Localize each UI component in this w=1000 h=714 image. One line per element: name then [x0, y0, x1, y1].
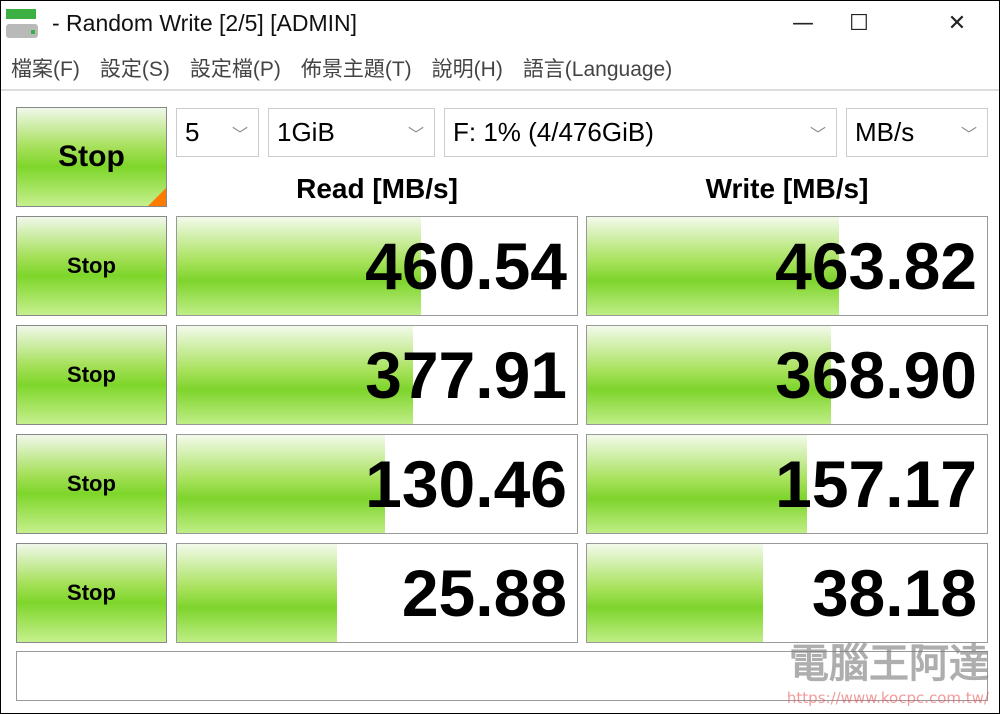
test-stop-label: Stop	[67, 253, 116, 278]
test-stop-label: Stop	[67, 471, 116, 496]
read-result: 377.91	[176, 325, 578, 425]
test-stop-label: Stop	[67, 580, 116, 605]
window-title: - Random Write [2/5] [ADMIN]	[52, 9, 358, 36]
unit-select[interactable]: MB/s ﹀	[846, 108, 988, 157]
read-header: Read [MB/s]	[296, 173, 458, 204]
write-header: Write [MB/s]	[705, 173, 869, 204]
drive-select[interactable]: F: 1% (4/476GiB) ﹀	[444, 108, 837, 157]
chevron-down-icon: ﹀	[960, 127, 977, 144]
chevron-down-icon: ﹀	[407, 127, 424, 144]
write-result: 38.18	[586, 543, 988, 643]
corner-marker-icon	[148, 188, 166, 206]
write-result: 157.17	[586, 434, 988, 534]
app-drive-icon	[4, 6, 40, 40]
write-value: 368.90	[775, 338, 977, 412]
read-result: 25.88	[176, 543, 578, 643]
chevron-down-icon: ﹀	[809, 127, 826, 144]
maximize-button[interactable]: ☐	[831, 1, 887, 45]
close-button[interactable]: ✕	[929, 1, 985, 45]
write-value: 38.18	[811, 556, 977, 630]
read-bar	[177, 435, 385, 533]
write-bar	[587, 435, 807, 533]
chevron-down-icon: ﹀	[231, 127, 248, 144]
write-result: 368.90	[586, 325, 988, 425]
write-bar	[587, 544, 763, 642]
menu-bar: 檔案(F) 設定(S) 設定檔(P) 佈景主題(T) 說明(H) 語言(Lang…	[1, 47, 999, 91]
menu-settings[interactable]: 設定(S)	[90, 53, 170, 83]
unit-value: MB/s	[855, 117, 915, 147]
size-value: 1GiB	[277, 117, 335, 147]
minimize-button[interactable]: —	[775, 1, 831, 45]
test-stop-button[interactable]: Stop	[16, 543, 167, 643]
write-value: 157.17	[775, 447, 977, 521]
stop-all-button[interactable]: Stop	[16, 107, 167, 207]
menu-profile[interactable]: 設定檔(P)	[180, 53, 281, 83]
stop-all-label: Stop	[58, 140, 125, 173]
menu-help[interactable]: 說明(H)	[422, 53, 503, 83]
drive-value: F: 1% (4/476GiB)	[453, 117, 654, 147]
test-stop-label: Stop	[67, 362, 116, 387]
count-select[interactable]: 5 ﹀	[176, 108, 259, 157]
menu-file[interactable]: 檔案(F)	[1, 53, 80, 83]
read-result: 460.54	[176, 216, 578, 316]
read-value: 377.91	[365, 338, 567, 412]
write-result: 463.82	[586, 216, 988, 316]
read-value: 460.54	[365, 229, 567, 303]
test-stop-button[interactable]: Stop	[16, 325, 167, 425]
test-stop-button[interactable]: Stop	[16, 216, 167, 316]
read-result: 130.46	[176, 434, 578, 534]
count-value: 5	[185, 117, 200, 147]
test-stop-button[interactable]: Stop	[16, 434, 167, 534]
menu-language[interactable]: 語言(Language)	[513, 53, 672, 83]
read-bar	[177, 544, 337, 642]
read-value: 130.46	[365, 447, 567, 521]
write-value: 463.82	[775, 229, 977, 303]
read-value: 25.88	[401, 556, 567, 630]
watermark-logo: 電腦王阿達 https://www.kocpc.com.tw/	[786, 641, 989, 707]
size-select[interactable]: 1GiB ﹀	[268, 108, 435, 157]
title-bar: - Random Write [2/5] [ADMIN] — ☐ ✕	[1, 1, 999, 45]
menu-theme[interactable]: 佈景主題(T)	[291, 53, 412, 83]
